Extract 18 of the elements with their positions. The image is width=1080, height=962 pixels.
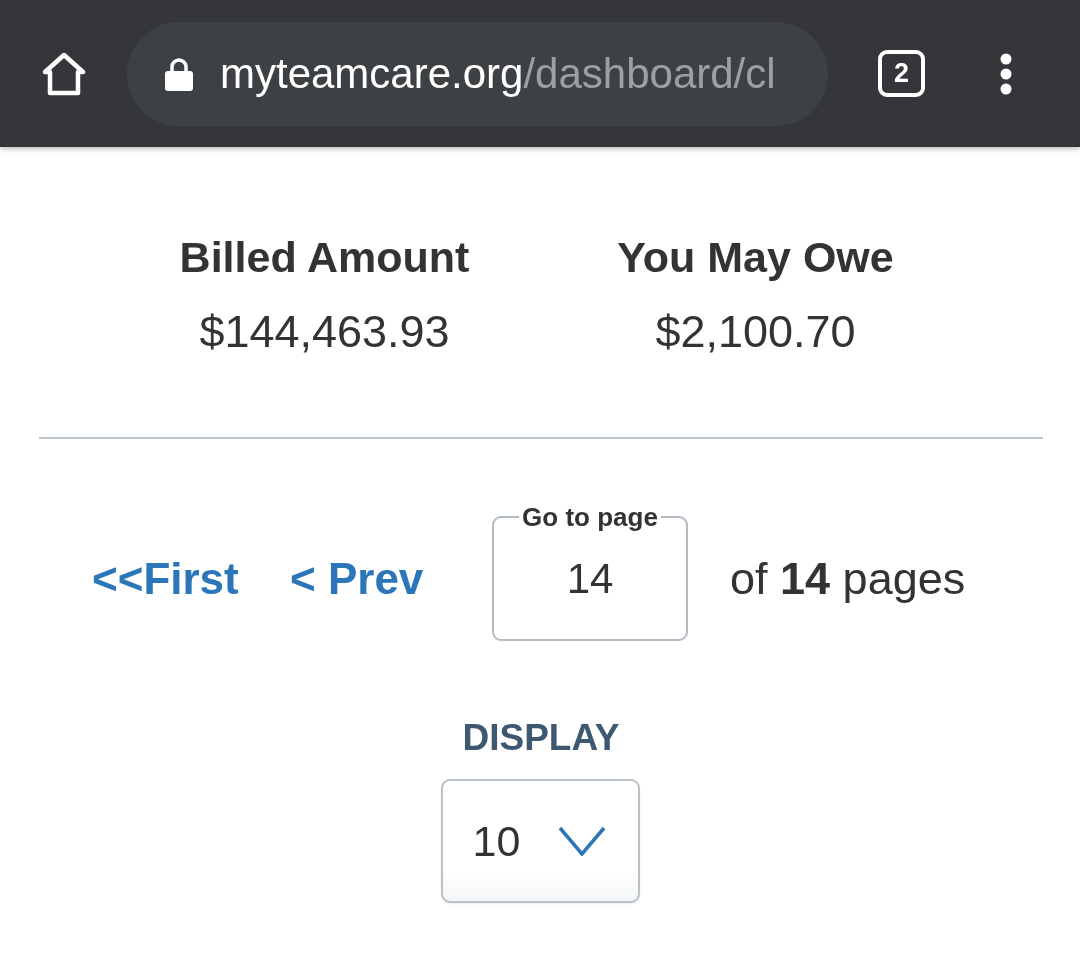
amount-label: Billed Amount — [179, 233, 470, 281]
amount-value: $2,100.70 — [655, 307, 856, 357]
lock-icon — [165, 56, 193, 91]
field-label: Go to page — [521, 503, 659, 531]
page-count-text: of 14 pages — [730, 554, 966, 604]
first-page-link[interactable]: <<First — [92, 554, 239, 604]
field-value: 14 — [565, 554, 615, 604]
menu-icon[interactable] — [1000, 52, 1012, 95]
url-text: myteamcare.org/dashboard/cl — [220, 48, 776, 99]
address-bar[interactable]: myteamcare.org/dashboard/cl — [127, 21, 828, 126]
home-icon[interactable] — [42, 51, 86, 96]
previous-page-link[interactable]: < Prev — [290, 554, 424, 604]
display-label: DISPLAY — [462, 717, 620, 759]
page-size-select[interactable]: 10 — [440, 779, 640, 903]
amount-value: $144,463.93 — [199, 307, 450, 357]
amount-label: You May Owe — [617, 233, 894, 281]
tab-count-button[interactable]: 2 — [878, 50, 925, 97]
chevron-down-icon — [558, 826, 607, 856]
